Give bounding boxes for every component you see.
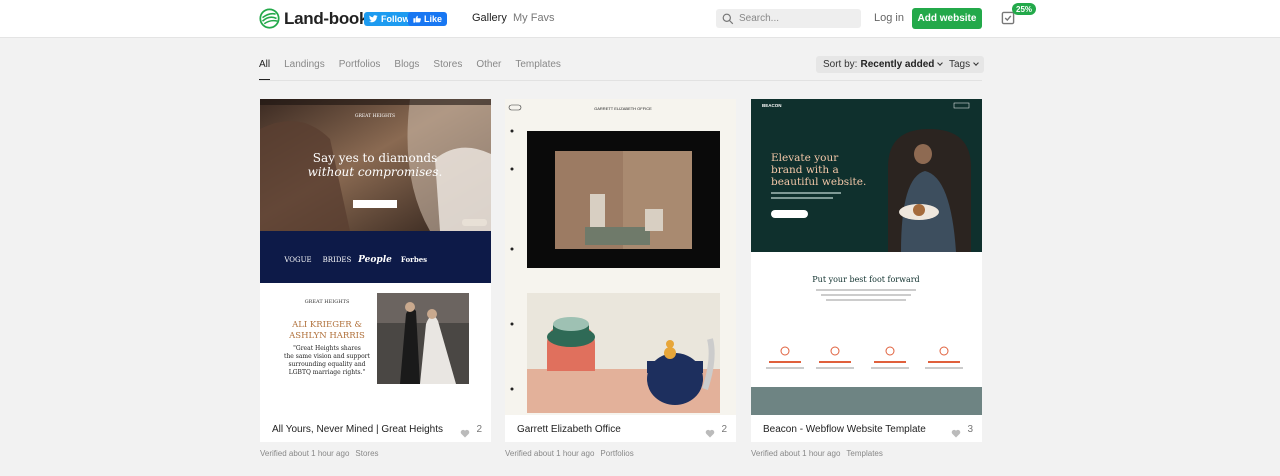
- card-meta: Verified about 1 hour ago Portfolios: [505, 449, 634, 458]
- preview-brand: GREAT HEIGHTS: [355, 113, 395, 119]
- search-box[interactable]: [716, 9, 861, 28]
- tab-templates[interactable]: Templates: [515, 59, 561, 80]
- site-preview-thumbnail[interactable]: GARRETT ELIZABETH OFFICE: [505, 99, 736, 415]
- facebook-like-label: Like: [424, 14, 443, 24]
- section-brand: GREAT HEIGHTS: [305, 299, 350, 305]
- heart-icon: [951, 429, 961, 438]
- garrett-elizabeth-preview: GARRETT ELIZABETH OFFICE: [505, 99, 736, 415]
- land-book-logo-icon: [259, 8, 280, 29]
- preview-brand: GARRETT ELIZABETH OFFICE: [594, 106, 652, 111]
- sort-value: Recently added: [860, 59, 935, 70]
- preview-hero-1: Elevate your: [771, 152, 839, 164]
- preview-headline-2: without compromises.: [308, 165, 443, 179]
- tab-blogs[interactable]: Blogs: [394, 59, 419, 80]
- preview-quote-3: surrounding equality and: [288, 361, 365, 368]
- preview-names-2: ASHLYN HARRIS: [288, 331, 365, 341]
- tags-label: Tags: [949, 59, 971, 70]
- login-link[interactable]: Log in: [874, 12, 904, 24]
- sort-prefix: Sort by:: [823, 59, 858, 70]
- site-logo[interactable]: Land-book: [259, 8, 368, 29]
- site-card[interactable]: BEACON Elevate your brand with a beautif…: [751, 99, 982, 442]
- site-preview-thumbnail[interactable]: BEACON Elevate your brand with a beautif…: [751, 99, 982, 415]
- site-card[interactable]: GARRETT ELIZABETH OFFICE Garrett Elizabe…: [505, 99, 736, 442]
- press-logo-people: People: [357, 255, 392, 265]
- preview-hero-3: beautiful website.: [771, 176, 866, 188]
- add-website-button[interactable]: Add website: [912, 8, 982, 29]
- caret-down-icon: [973, 60, 979, 66]
- like-button[interactable]: [951, 425, 961, 443]
- card-meta: Verified about 1 hour ago Stores: [260, 449, 379, 458]
- preview-brand: BEACON: [762, 103, 782, 108]
- sort-dropdown[interactable]: Sort by: Recently added: [816, 56, 950, 73]
- preview-section-title: Put your best foot forward: [812, 275, 919, 284]
- preview-quote-1: "Great Heights shares: [293, 345, 361, 352]
- site-card[interactable]: GREAT HEIGHTS Say yes to diamonds withou…: [260, 99, 491, 442]
- category-tabs: All Landings Portfolios Blogs Stores Oth…: [259, 59, 575, 80]
- press-logo-forbes: Forbes: [401, 255, 427, 264]
- facebook-thumb-icon: [413, 15, 421, 23]
- top-header: Land-book Follow Like Gallery My Favs Lo…: [0, 0, 1280, 38]
- card-title[interactable]: Garrett Elizabeth Office: [517, 424, 621, 435]
- onboarding-checklist-button[interactable]: [1001, 11, 1015, 30]
- tab-other[interactable]: Other: [476, 59, 501, 80]
- preview-names-1: ALI KRIEGER &: [291, 320, 362, 330]
- verified-text: Verified about 1 hour ago: [505, 449, 595, 458]
- preview-headline-1: Say yes to diamonds: [313, 151, 438, 165]
- twitter-follow-label: Follow: [381, 14, 410, 24]
- tab-all[interactable]: All: [259, 59, 271, 80]
- verified-text: Verified about 1 hour ago: [260, 449, 350, 458]
- great-heights-preview: GREAT HEIGHTS Say yes to diamonds withou…: [260, 99, 491, 415]
- progress-badge: 25%: [1012, 3, 1037, 15]
- site-preview-thumbnail[interactable]: GREAT HEIGHTS Say yes to diamonds withou…: [260, 99, 491, 415]
- like-count: 2: [476, 424, 482, 435]
- heart-icon: [705, 429, 715, 438]
- card-meta: Verified about 1 hour ago Templates: [751, 449, 883, 458]
- tab-portfolios[interactable]: Portfolios: [339, 59, 381, 80]
- card-category-link[interactable]: Stores: [355, 449, 378, 458]
- preview-hero-2: brand with a: [771, 164, 839, 176]
- card-category-link[interactable]: Portfolios: [600, 449, 633, 458]
- card-title[interactable]: All Yours, Never Mined | Great Heights: [272, 424, 443, 435]
- heart-icon: [460, 429, 470, 438]
- like-count: 2: [721, 424, 727, 435]
- tab-stores[interactable]: Stores: [433, 59, 462, 80]
- like-button[interactable]: [705, 425, 715, 443]
- nav-my-favs[interactable]: My Favs: [513, 12, 555, 24]
- twitter-follow-button[interactable]: Follow: [364, 12, 415, 26]
- facebook-like-button[interactable]: Like: [408, 12, 448, 26]
- logo-text: Land-book: [284, 8, 369, 28]
- like-count: 3: [967, 424, 973, 435]
- tabs-divider: [259, 80, 982, 81]
- beacon-preview: BEACON Elevate your brand with a beautif…: [751, 99, 982, 415]
- press-logo-brides: BRIDES: [323, 256, 352, 264]
- preview-quote-2: the same vision and support: [284, 353, 371, 360]
- preview-quote-4: LGBTQ marriage rights.": [289, 369, 366, 376]
- verified-text: Verified about 1 hour ago: [751, 449, 841, 458]
- press-logo-vogue: VOGUE: [283, 256, 311, 264]
- nav-gallery[interactable]: Gallery: [472, 12, 507, 24]
- tab-landings[interactable]: Landings: [284, 59, 325, 80]
- search-input[interactable]: [739, 13, 854, 24]
- search-icon: [722, 13, 734, 24]
- tags-dropdown[interactable]: Tags: [943, 56, 985, 73]
- like-button[interactable]: [460, 425, 470, 443]
- card-title[interactable]: Beacon - Webflow Website Template: [763, 424, 926, 435]
- card-category-link[interactable]: Templates: [846, 449, 882, 458]
- twitter-bird-icon: [369, 15, 378, 23]
